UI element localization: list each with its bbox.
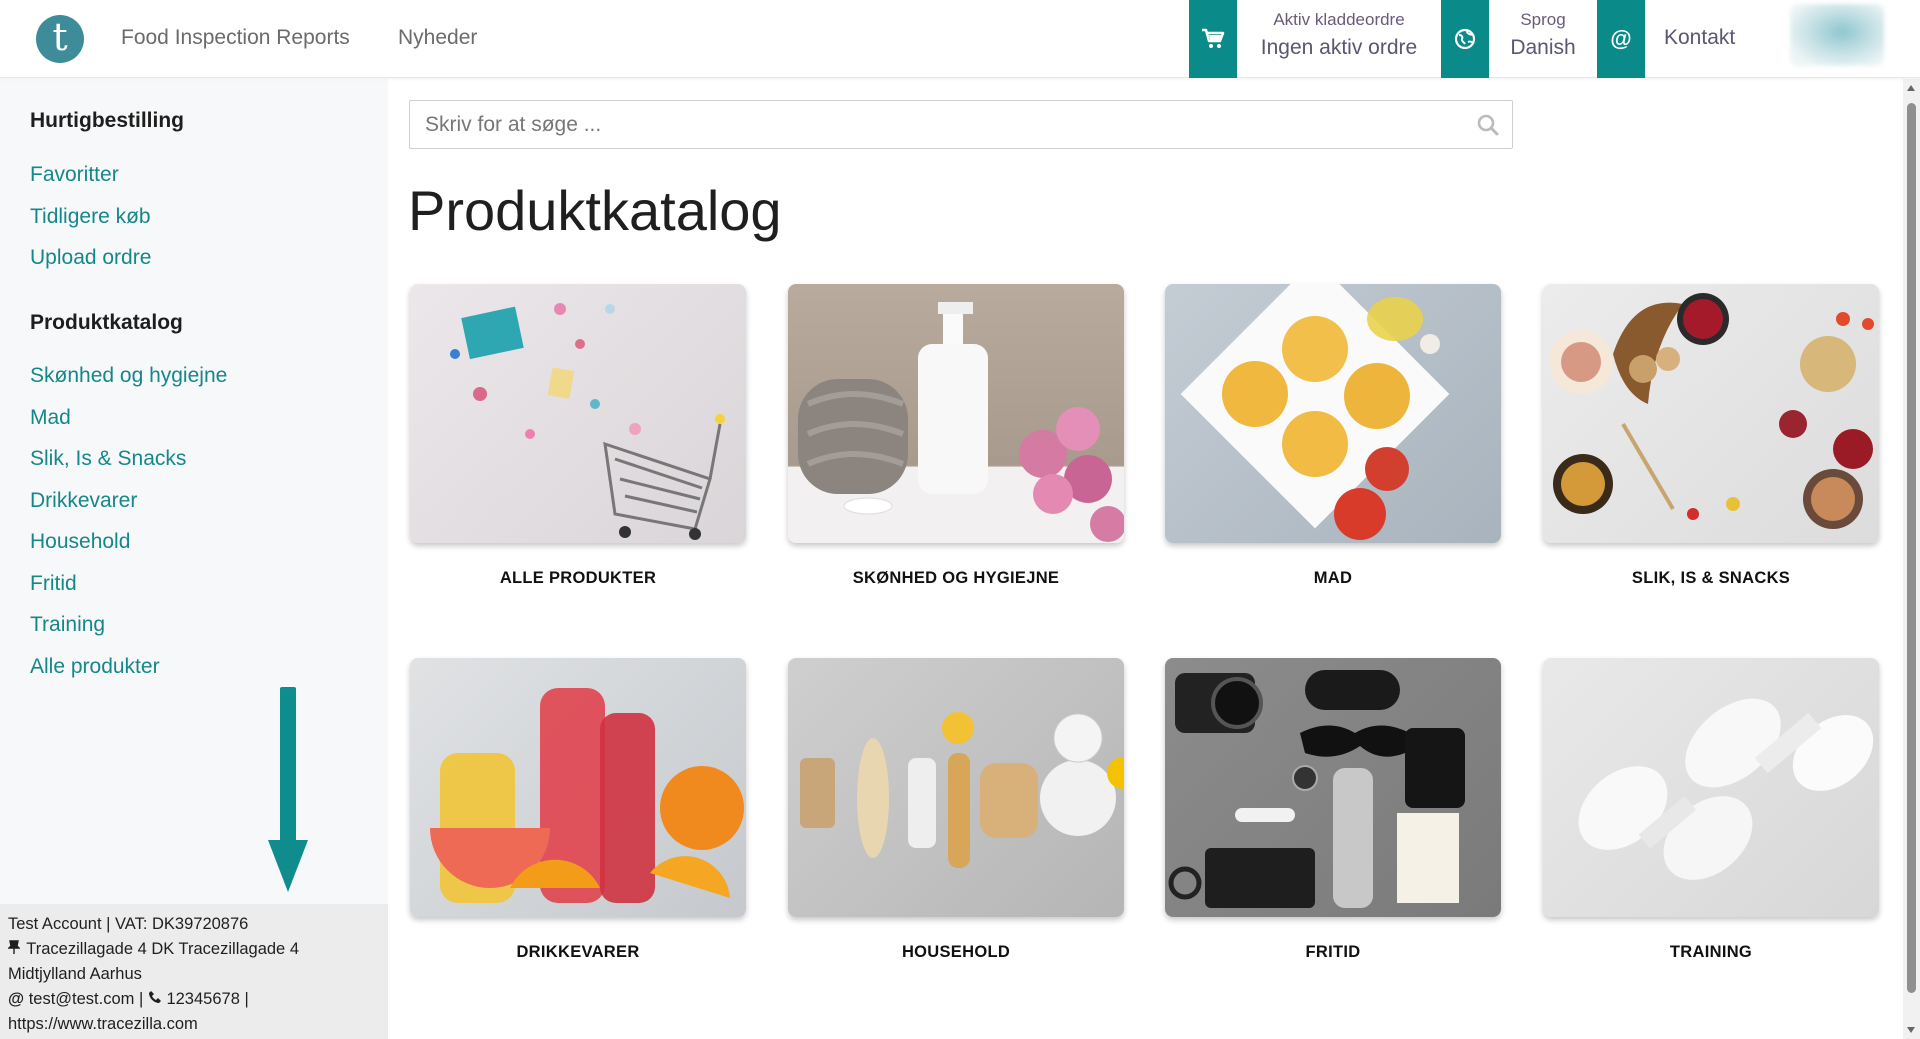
tracezilla-logo[interactable]: t [36,15,84,63]
active-order-value: Ingen aktiv ordre [1260,36,1418,59]
sidebar-item-household[interactable]: Household [30,530,130,554]
catalog-heading: Produktkatalog [30,311,183,334]
address-text: Tracezillagade 4 DK Tracezillagade 4 Mid… [8,940,299,983]
search-box [409,100,1513,149]
category-card-slik[interactable]: SLIK, IS & SNACKS [1543,284,1879,588]
at-icon[interactable]: @ [1597,0,1645,78]
category-image [1165,658,1501,917]
website-text[interactable]: https://www.tracezilla.com [8,1012,380,1037]
category-image [1543,658,1879,917]
down-arrow-head [268,840,308,892]
category-label: HOUSEHOLD [901,943,1011,961]
sidebar-item-skonhed[interactable]: Skønhed og hygiejne [30,364,227,388]
sidebar-item-favoritter[interactable]: Favoritter [30,163,119,187]
category-label: MAD [1313,569,1353,587]
category-card-drikkevarer[interactable]: DRIKKEVARER [410,658,746,962]
avatar[interactable] [1790,4,1884,66]
category-label: ALLE PRODUKTER [499,569,657,587]
language-value: Danish [1510,36,1576,59]
quick-order-heading: Hurtigbestilling [30,109,184,132]
language-label: Sprog [1520,10,1566,29]
language-selector[interactable]: Sprog Danish [1489,10,1597,60]
category-label: SKØNHED OG HYGIEJNE [852,569,1060,587]
account-vat: Test Account | VAT: DK39720876 [8,915,249,933]
pin-icon [7,937,22,962]
category-card-fritid[interactable]: FRITID [1165,658,1501,962]
sidebar: Hurtigbestilling Favoritter Tidligere kø… [0,79,388,1039]
sidebar-item-upload-ordre[interactable]: Upload ordre [30,246,151,270]
category-image [1165,284,1501,543]
category-label: TRAINING [1669,943,1753,961]
category-card-training[interactable]: TRAINING [1543,658,1879,962]
sidebar-item-slik[interactable]: Slik, Is & Snacks [30,447,186,471]
category-card-alle-produkter[interactable]: ALLE PRODUKTER [410,284,746,588]
sidebar-item-training[interactable]: Training [30,613,105,637]
sidebar-item-tidligere-kob[interactable]: Tidligere køb [30,205,151,229]
category-card-household[interactable]: HOUSEHOLD [788,658,1124,962]
active-order-selector[interactable]: Aktiv kladdeordre Ingen aktiv ordre [1237,10,1441,60]
category-label: SLIK, IS & SNACKS [1631,569,1791,587]
down-arrow-indicator [280,687,296,847]
sidebar-item-drikkevarer[interactable]: Drikkevarer [30,489,137,513]
nav-nyheder[interactable]: Nyheder [398,26,477,50]
category-image [410,284,746,543]
globe-icon[interactable] [1441,0,1489,78]
category-label: FRITID [1305,943,1361,961]
page-title: Produktkatalog [408,179,782,242]
active-order-label: Aktiv kladdeordre [1273,10,1405,29]
scroll-up-icon[interactable] [1907,85,1915,91]
account-address: Tracezillagade 4 DK Tracezillagade 4 Mid… [7,937,380,987]
search-icon[interactable] [1476,113,1500,137]
top-header: t Food Inspection Reports Nyheder Aktiv … [0,0,1920,78]
account-contact: @ test@test.com | 12345678 | [8,990,249,1008]
phone-icon [148,990,167,1008]
category-image [788,658,1124,917]
scroll-down-icon[interactable] [1907,1027,1915,1033]
search-input[interactable] [410,101,1450,148]
scroll-thumb[interactable] [1907,103,1916,993]
nav-food-inspection-reports[interactable]: Food Inspection Reports [121,26,350,50]
category-card-mad[interactable]: MAD [1165,284,1501,588]
category-image [788,284,1124,543]
category-card-skonhed[interactable]: SKØNHED OG HYGIEJNE [788,284,1124,588]
phone-text: 12345678 [166,990,240,1008]
sidebar-item-alle-produkter[interactable]: Alle produkter [30,655,160,679]
category-image [410,658,746,917]
at-icon-small: @ [8,990,25,1008]
cart-icon[interactable] [1189,0,1237,78]
account-info-footer: Test Account | VAT: DK39720876 Tracezill… [0,904,388,1039]
category-image [1543,284,1879,543]
category-label: DRIKKEVARER [516,943,640,961]
page-scrollbar[interactable] [1903,79,1920,1039]
email-text[interactable]: test@test.com [29,990,135,1008]
sidebar-item-fritid[interactable]: Fritid [30,572,77,596]
contact-link[interactable]: Kontakt [1664,26,1735,50]
sidebar-item-mad[interactable]: Mad [30,406,71,430]
